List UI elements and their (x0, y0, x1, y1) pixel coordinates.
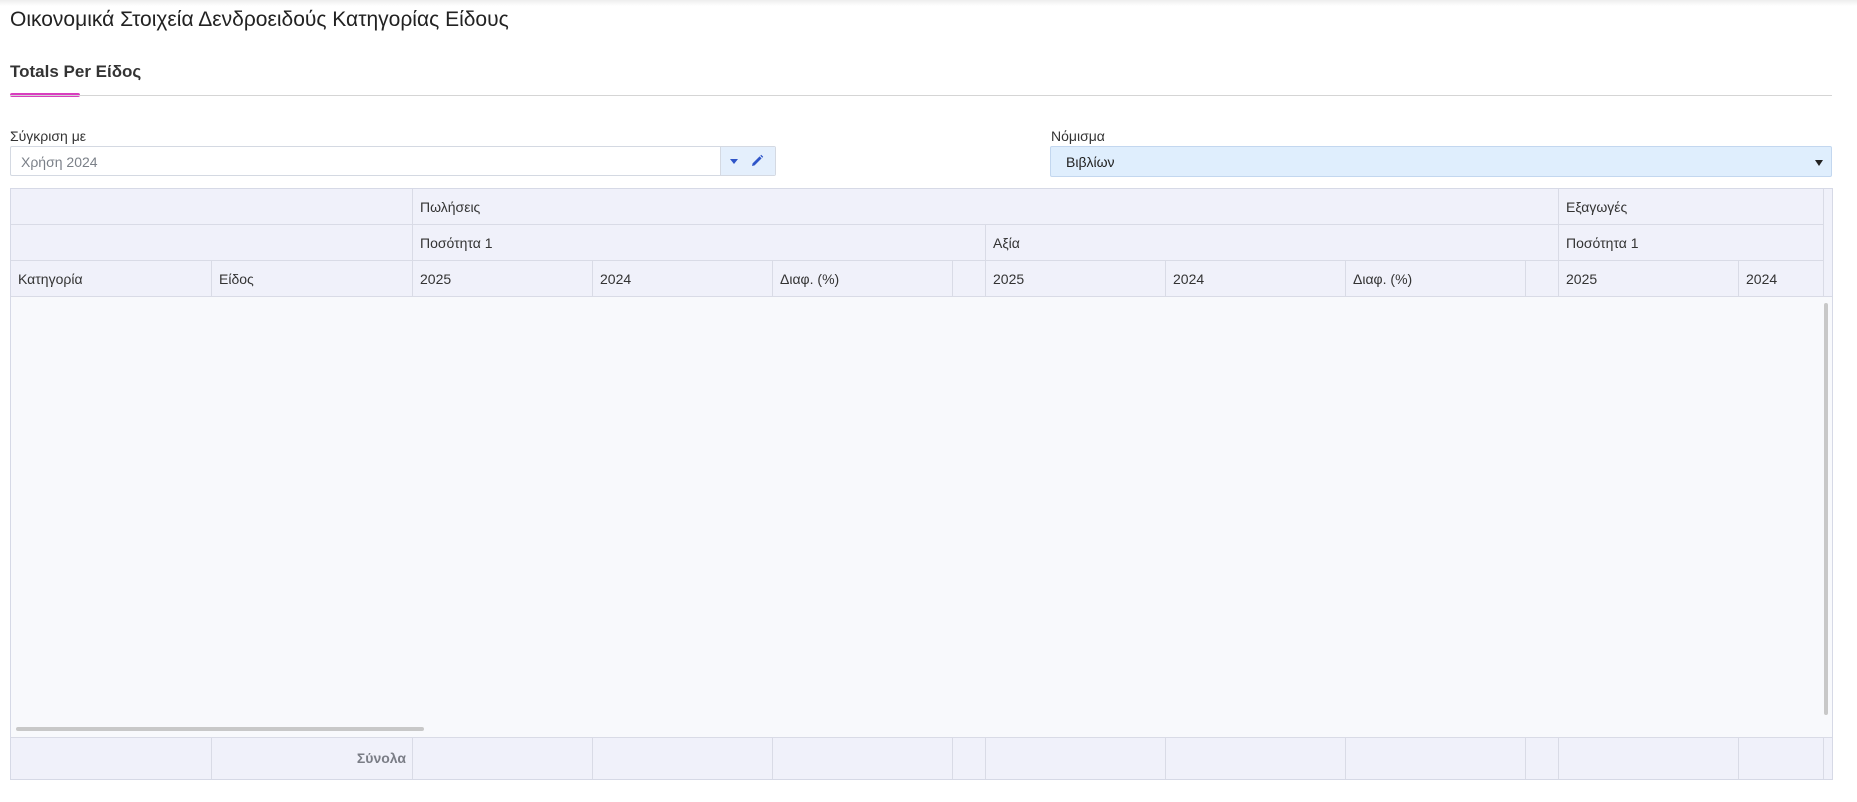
header-spacer-2 (11, 225, 413, 261)
footer-cell (953, 737, 986, 779)
horizontal-scrollbar[interactable] (16, 727, 424, 731)
header-scroll-gap (1824, 189, 1832, 297)
header-spacer-1 (11, 189, 413, 225)
column-header-category[interactable]: Κατηγορία (11, 261, 212, 297)
compare-label: Σύγκριση με (10, 128, 87, 144)
page-title: Οικονομικά Στοιχεία Δενδροειδούς Κατηγορ… (10, 8, 509, 31)
column-header-exports-qty-2024[interactable]: 2024 (1739, 261, 1824, 297)
currency-label: Νόμισμα (1051, 128, 1105, 144)
currency-select[interactable]: Βιβλίων (1050, 146, 1832, 177)
column-header-sales-qty-2024[interactable]: 2024 (593, 261, 773, 297)
column-header-blank-1 (953, 261, 986, 297)
currency-value: Βιβλίων (1066, 154, 1115, 170)
footer-cell (593, 737, 773, 779)
tab-totals-per-item[interactable]: Totals Per Είδος (10, 62, 141, 82)
footer-scroll-gap (1824, 737, 1832, 779)
footer-cell (1346, 737, 1526, 779)
totals-label: Σύνολα (212, 737, 413, 779)
footer-cell-blank (11, 737, 212, 779)
sub-header-sales-value: Αξία (986, 225, 1559, 261)
pencil-icon[interactable] (749, 153, 767, 169)
compare-value: Χρήση 2024 (21, 154, 98, 170)
column-header-sales-qty-diff[interactable]: Διαφ. (%) (773, 261, 953, 297)
footer-cell (1526, 737, 1559, 779)
compare-buttons (720, 147, 775, 175)
sub-header-exports-qty: Ποσότητα 1 (1559, 225, 1824, 261)
footer-cell (413, 737, 593, 779)
group-header-sales: Πωλήσεις (413, 189, 1559, 225)
column-header-sales-qty-2025[interactable]: 2025 (413, 261, 593, 297)
caret-down-icon[interactable] (1815, 160, 1823, 166)
top-shadow (0, 0, 1857, 6)
data-grid: Πωλήσεις Εξαγωγές Ποσότητα 1 Αξία Ποσότη… (10, 188, 1833, 780)
column-header-blank-2 (1526, 261, 1559, 297)
footer-cell (986, 737, 1166, 779)
dropdown-arrow-icon[interactable] (721, 147, 747, 175)
column-header-sales-value-diff[interactable]: Διαφ. (%) (1346, 261, 1526, 297)
compare-select[interactable]: Χρήση 2024 (10, 146, 776, 176)
vertical-scrollbar[interactable] (1824, 303, 1828, 715)
tab-divider (10, 95, 1832, 96)
footer-cell (773, 737, 953, 779)
grid-body (11, 297, 1832, 737)
footer-cell (1739, 737, 1824, 779)
sub-header-sales-qty: Ποσότητα 1 (413, 225, 986, 261)
column-header-exports-qty-2025[interactable]: 2025 (1559, 261, 1739, 297)
group-header-exports: Εξαγωγές (1559, 189, 1824, 225)
column-header-sales-value-2025[interactable]: 2025 (986, 261, 1166, 297)
footer-cell (1559, 737, 1739, 779)
column-header-item[interactable]: Είδος (212, 261, 413, 297)
footer-cell (1166, 737, 1346, 779)
column-header-sales-value-2024[interactable]: 2024 (1166, 261, 1346, 297)
